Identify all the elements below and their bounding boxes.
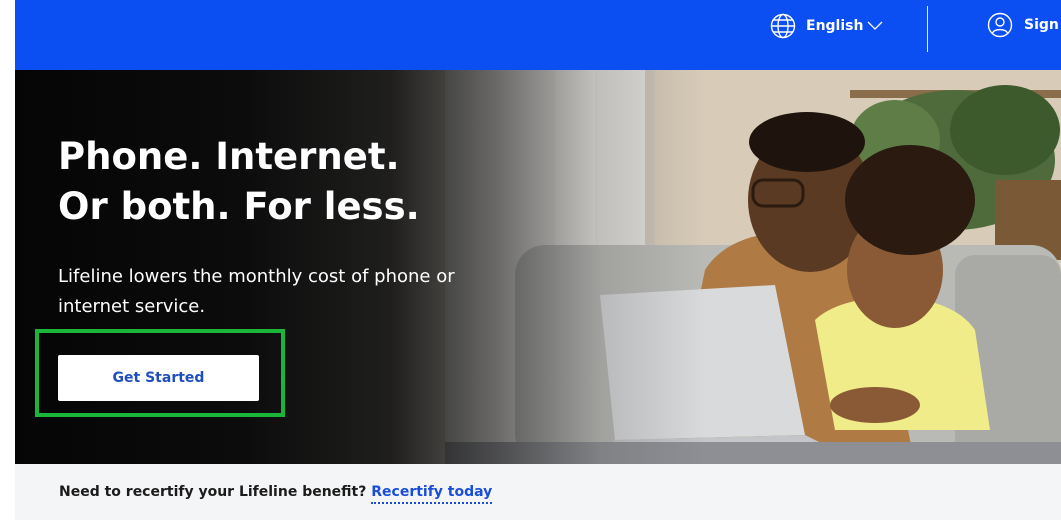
- recertify-today-link[interactable]: Recertify today: [371, 484, 493, 504]
- hero-title-line-2: Or both. For less.: [58, 185, 420, 228]
- recertify-notice-text: Need to recertify your Lifeline benefit?: [59, 484, 367, 500]
- sign-in-label: Sign in: [1024, 17, 1061, 33]
- chevron-down-icon: [867, 21, 883, 30]
- recertify-notice-bar: Need to recertify your Lifeline benefit?…: [15, 464, 1061, 520]
- top-navigation-bar: English Sign in: [15, 0, 1061, 70]
- language-label: English: [806, 18, 864, 34]
- sign-in-link[interactable]: Sign in: [987, 11, 1061, 39]
- hero-banner: Phone. Internet. Or both. For less. Life…: [15, 70, 1061, 464]
- recertify-notice: Need to recertify your Lifeline benefit?…: [59, 484, 493, 504]
- globe-icon: [770, 13, 796, 39]
- get-started-button[interactable]: Get Started: [58, 355, 259, 401]
- hero-title-line-1: Phone. Internet.: [58, 135, 400, 178]
- user-circle-icon: [987, 12, 1013, 38]
- hero-subtitle: Lifeline lowers the monthly cost of phon…: [58, 266, 455, 317]
- hero-title: Phone. Internet. Or both. For less.: [58, 132, 478, 232]
- language-selector[interactable]: English: [770, 12, 893, 40]
- header-divider: [927, 6, 928, 52]
